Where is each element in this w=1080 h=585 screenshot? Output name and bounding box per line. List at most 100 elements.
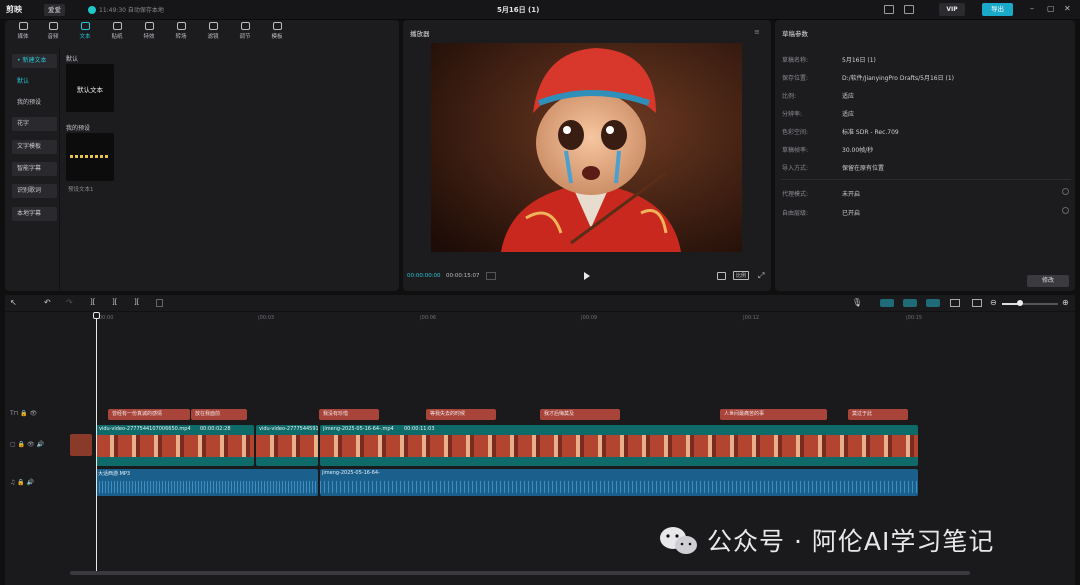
param-row-name: 草稿名称: 5月16日 (1): [782, 57, 876, 64]
tab-transition[interactable]: 转场: [168, 22, 194, 40]
wechat-icon: [660, 527, 697, 554]
tab-sticker[interactable]: 贴纸: [104, 22, 130, 40]
info-icon[interactable]: [1062, 188, 1069, 195]
param-row-save-path: 保存位置: D:/软件/JianyingPro Drafts/5月16日 (1): [782, 75, 954, 82]
sticker-icon: [112, 22, 122, 30]
params-divider: [781, 179, 1071, 180]
close-icon[interactable]: ✕: [1064, 4, 1071, 13]
tab-filter[interactable]: 滤镜: [200, 22, 226, 40]
document-title: 5月16日 (1): [497, 6, 540, 14]
audio-clip[interactable]: 大话西游.MP3: [96, 469, 318, 496]
layout-icon[interactable]: [904, 5, 914, 14]
zoom-out-icon[interactable]: ⊖: [990, 298, 997, 307]
select-tool-icon[interactable]: ↖: [10, 298, 17, 307]
autosave-status-icon: [88, 6, 96, 14]
info-icon[interactable]: [1062, 207, 1069, 214]
play-icon[interactable]: [584, 272, 590, 280]
preview-axis-icon[interactable]: [950, 299, 960, 307]
preset-text-thumbnail[interactable]: [66, 133, 114, 181]
video-clip[interactable]: jimeng-2025-05-16-64-.mp4 00:00:11:03: [320, 425, 918, 466]
undo-icon[interactable]: ↶: [44, 298, 51, 307]
audio-clip[interactable]: jimeng-2025-05-16-64-: [320, 469, 918, 496]
side-item-text-template[interactable]: 文字模板: [12, 140, 57, 154]
param-row-import-mode: 导入方式: 保留在原有位置: [782, 165, 885, 172]
preset-text-preview: [70, 155, 110, 158]
microphone-icon[interactable]: 🎙: [852, 298, 862, 307]
timeline-scrollbar[interactable]: [70, 571, 970, 575]
tick-label: |00:03: [258, 315, 275, 321]
new-text-button[interactable]: • 新建文本: [12, 54, 57, 68]
effect-icon: [144, 22, 154, 30]
param-row-proxy: 代理模式: 未开启: [782, 191, 861, 198]
text-track-controls[interactable]: T⊓ 🔒 👁: [10, 410, 37, 417]
side-item-local-subtitle[interactable]: 本地字幕: [12, 207, 57, 221]
tick-label: |00:09: [581, 315, 598, 321]
default-text-thumbnail[interactable]: 默认文本: [66, 64, 114, 112]
tab-text[interactable]: 文本: [72, 22, 98, 40]
tick-label: |00:15: [906, 315, 923, 321]
adjust-icon: [240, 22, 250, 30]
tab-audio[interactable]: 音频: [40, 22, 66, 40]
fit-screen-icon[interactable]: [717, 272, 726, 280]
split-right-icon[interactable]: ][: [134, 298, 139, 306]
autosave-text: 11:49:30 自动保存本地: [99, 7, 164, 14]
video-frame-illustration: [431, 43, 742, 252]
timeline-grid-icon[interactable]: [486, 272, 496, 280]
side-item-smart-subtitle[interactable]: 智能字幕: [12, 162, 57, 176]
audio-waveform: [320, 481, 918, 493]
keyboard-icon[interactable]: [884, 5, 894, 14]
subtitle-clip[interactable]: 莫过于此: [848, 409, 908, 420]
param-row-ratio: 比例: 适应: [782, 93, 855, 100]
main-track-magnet-icon[interactable]: [880, 299, 894, 307]
maximize-icon[interactable]: ▢: [1047, 4, 1055, 13]
video-thumbnails: [96, 435, 254, 457]
redo-icon[interactable]: ↷: [66, 298, 73, 307]
export-button[interactable]: 导出: [982, 3, 1013, 16]
filter-icon: [208, 22, 218, 30]
vip-button[interactable]: VIP: [939, 3, 965, 16]
default-text-label: 默认文本: [77, 86, 103, 94]
audio-track-controls[interactable]: ♫ 🔒 🔊: [10, 479, 34, 486]
video-preview[interactable]: [431, 43, 742, 252]
linkage-icon[interactable]: [926, 299, 940, 307]
edit-params-button[interactable]: 修改: [1027, 275, 1069, 287]
subtitle-clip[interactable]: 曾经有一份真诚的感情: [108, 409, 190, 420]
video-thumbnails: [256, 435, 318, 457]
cover-thumbnail[interactable]: [70, 434, 92, 456]
subtitle-clip[interactable]: 放在我面前: [191, 409, 247, 420]
tab-media[interactable]: 媒体: [10, 22, 36, 40]
preset-name: 预设文本1: [68, 187, 94, 193]
playhead[interactable]: [96, 312, 97, 574]
zoom-in-icon[interactable]: ⊕: [1062, 298, 1069, 307]
user-menu-button[interactable]: 爱爱: [44, 4, 65, 16]
side-item-my-presets[interactable]: 我的预设: [12, 96, 57, 110]
fullscreen-icon[interactable]: ⤢: [758, 271, 764, 281]
tab-adjust[interactable]: 调节: [232, 22, 258, 40]
side-item-fancy-text[interactable]: 花字: [12, 117, 57, 131]
subtitle-clip[interactable]: 我没有珍惜: [319, 409, 379, 420]
media-icon: [18, 22, 28, 30]
side-item-lyrics[interactable]: 识别歌词: [12, 184, 57, 198]
split-icon[interactable]: ][: [90, 298, 95, 306]
minimize-icon[interactable]: –: [1030, 4, 1034, 13]
param-row-resolution: 分辨率: 适应: [782, 111, 855, 118]
ratio-button[interactable]: 比例: [733, 271, 749, 280]
delete-icon[interactable]: [156, 299, 163, 307]
video-clip[interactable]: vidu-video-2777544591: [256, 425, 318, 466]
side-item-default[interactable]: 默认: [12, 75, 57, 89]
watermark-text: 公众号 · 阿伦AI学习笔记: [707, 527, 995, 556]
auto-snap-icon[interactable]: [903, 299, 917, 307]
video-track-controls[interactable]: ▢ 🔒 👁 🔊: [10, 441, 44, 448]
split-left-icon[interactable]: ][: [112, 298, 117, 306]
subtitle-clip[interactable]: 我才后悔莫及: [540, 409, 620, 420]
tab-template[interactable]: 模板: [264, 22, 290, 40]
time-ruler[interactable]: [70, 312, 1075, 324]
player-menu-icon[interactable]: ≡: [754, 28, 760, 36]
video-clip[interactable]: vidu-video-2777544107006650.mp4 00:00:02…: [96, 425, 254, 466]
subtitle-clip[interactable]: 人世间最痛苦的事: [720, 409, 827, 420]
subtitle-clip[interactable]: 等我失去的时候: [426, 409, 496, 420]
tab-effect[interactable]: 特效: [136, 22, 162, 40]
fit-timeline-icon[interactable]: [972, 299, 982, 307]
playhead-handle[interactable]: [93, 312, 100, 319]
zoom-slider-handle[interactable]: [1017, 300, 1023, 306]
